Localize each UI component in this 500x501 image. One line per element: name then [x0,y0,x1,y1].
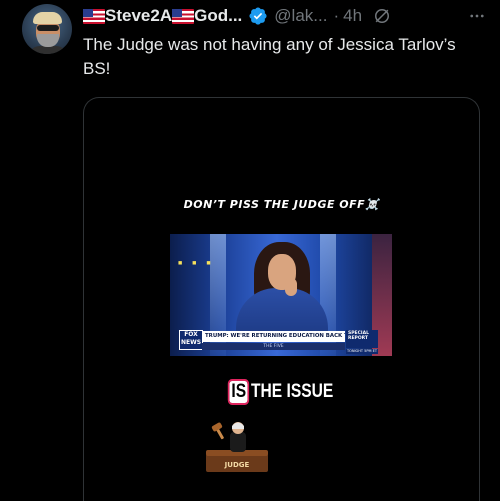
display-name[interactable]: Steve2A [105,6,172,26]
issue-caption: IS THE ISSUE [120,379,444,405]
video-caption-top: DON’T PISS THE JUDGE OFF☠️ [183,198,380,211]
studio-lights-dots: ■ ■ ■ [178,260,215,267]
issue-caption-text: THE ISSUE [251,381,334,402]
news-lower-third: FOX NEWS TRUMP: WE'RE RETURNING EDUCATIO… [170,328,392,356]
avatar-cap [33,12,62,24]
tweet-timestamp[interactable]: 4h [343,6,362,26]
network-logo: FOX NEWS [179,330,203,350]
avatar-body [28,46,68,54]
tweet: Steve2A God... @lak... · 4h The Judge wa… [0,0,500,501]
show-name: THE FIVE [202,343,345,350]
special-report-badge: SPECIAL REPORT [346,330,378,348]
display-name-suffix[interactable]: God... [194,6,242,26]
tweet-header: Steve2A God... @lak... · 4h [83,5,488,27]
judge-emoji-icon: JUDGE [204,420,270,474]
verified-badge-icon[interactable] [248,6,268,26]
author-handle[interactable]: @lak... [274,6,327,26]
video-frame[interactable]: ■ ■ ■ FOX NEWS TRUMP: WE'RE RETURNING ED… [170,234,392,356]
author-avatar[interactable] [22,4,72,54]
issue-caption-highlight: IS [228,379,250,405]
header-separator: · [333,6,340,25]
tweet-media-video[interactable]: DON’T PISS THE JUDGE OFF☠️ ■ ■ ■ FOX NEW… [83,97,480,501]
us-flag-icon [83,8,105,24]
tonight-label: TONIGHT 5PM ET [346,349,378,354]
tweet-text: The Judge was not having any of Jessica … [83,35,456,78]
us-flag-icon [172,8,195,24]
more-options-icon[interactable] [466,5,488,27]
judge-label: JUDGE [224,461,250,469]
avatar-glasses [37,25,59,31]
news-ticker: TRUMP: WE'RE RETURNING EDUCATION BACK TO… [202,331,345,342]
anchor-hand [285,278,297,296]
grok-icon[interactable] [372,6,392,26]
